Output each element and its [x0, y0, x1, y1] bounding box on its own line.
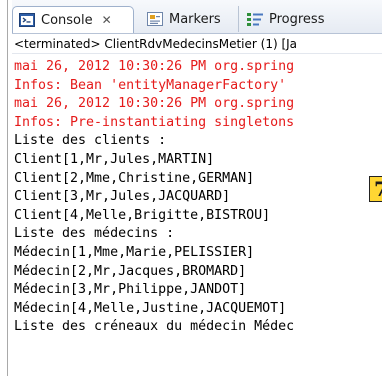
tab-console-label: Console: [41, 12, 93, 28]
console-icon: [19, 13, 35, 27]
tab-markers[interactable]: Markers: [139, 6, 239, 32]
console-line: Client[1,Mr,Jules,MARTIN]: [14, 151, 215, 167]
console-status-line: <terminated> ClientRdvMedecinsMetier (1)…: [12, 34, 382, 54]
console-line: Infos: Bean 'entityManagerFactory': [14, 77, 287, 93]
annotation-badge: 7: [369, 176, 382, 202]
console-line: Client[4,Melle,Brigitte,BISTROU]: [14, 207, 271, 223]
console-line: Médecin[2,Mr,Jacques,BROMARD]: [14, 263, 247, 279]
progress-icon: [247, 12, 263, 26]
tab-console[interactable]: Console ✕: [12, 6, 134, 33]
console-line: Liste des clients :: [14, 133, 167, 149]
markers-icon: [147, 12, 163, 26]
console-line: Médecin[1,Mme,Marie,PELISSIER]: [14, 244, 255, 260]
editor-divider: [7, 0, 8, 376]
console-output[interactable]: mai 26, 2012 10:30:26 PM org.spring Infos…: [12, 58, 382, 376]
view-tab-bar: Console ✕ Markers Progress: [12, 0, 382, 34]
console-line: Médecin[4,Melle,Justine,JACQUEMOT]: [14, 300, 287, 316]
tab-progress-label: Progress: [269, 11, 325, 27]
console-view: Console ✕ Markers Progress <terminated> …: [12, 0, 382, 376]
console-line: Médecin[3,Mr,Philippe,JANDOT]: [14, 282, 247, 298]
tab-progress[interactable]: Progress: [243, 6, 382, 32]
console-line: Client[2,Mme,Christine,GERMAN]: [14, 170, 255, 186]
console-line: Liste des médecins :: [14, 226, 175, 242]
console-line: Client[3,Mr,Jules,JACQUARD]: [14, 189, 231, 205]
console-line: mai 26, 2012 10:30:26 PM org.spring: [14, 96, 295, 112]
console-line: Infos: Pre-instantiating singletons: [14, 114, 295, 130]
editor-left-edge: [0, 0, 12, 376]
tab-markers-label: Markers: [169, 11, 221, 27]
console-line: mai 26, 2012 10:30:26 PM org.spring: [14, 59, 295, 74]
close-icon[interactable]: ✕: [102, 13, 112, 27]
console-line: Liste des créneaux du médecin Médec: [14, 319, 295, 335]
